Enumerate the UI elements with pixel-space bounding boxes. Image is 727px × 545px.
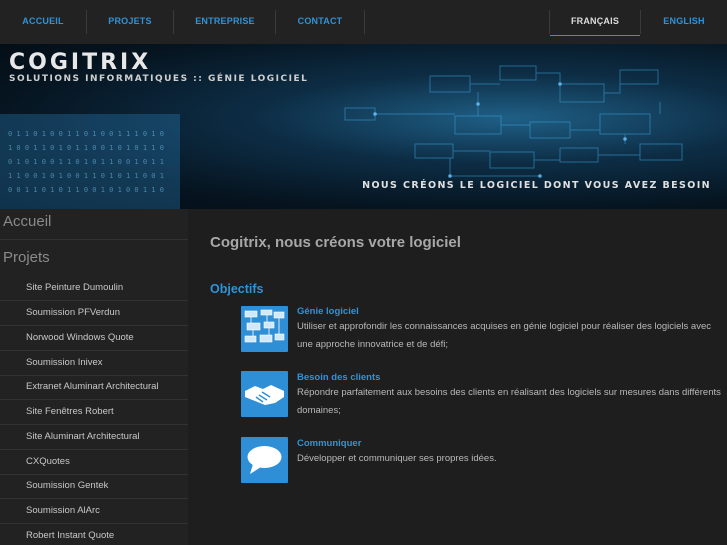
sidebar-project-item[interactable]: CXQuotes xyxy=(26,456,70,467)
objective-text-line: Utiliser et approfondir les connaissance… xyxy=(297,321,712,332)
sidebar-divider xyxy=(0,474,188,475)
brand-subtitle: SOLUTIONS INFORMATIQUES :: GÉNIE LOGICIE… xyxy=(9,74,309,84)
page-title: Cogitrix, nous créons votre logiciel xyxy=(210,234,461,251)
objective-title: Génie logiciel xyxy=(297,306,359,317)
sidebar-divider xyxy=(0,325,188,326)
speech-bubble-icon xyxy=(241,437,288,483)
sidebar-project-item[interactable]: Site Fenêtres Robert xyxy=(26,406,114,417)
sidebar-divider xyxy=(0,424,188,425)
svg-text:1 0 0 1 1 0 1 0 1 1 0 0 1 0 1: 1 0 0 1 1 0 1 0 1 1 0 0 1 0 1 0 1 1 0 xyxy=(8,144,164,152)
nav-divider xyxy=(364,10,365,34)
objective-text-line: Répondre parfaitement aux besoins des cl… xyxy=(297,387,721,398)
sidebar-project-item[interactable]: Robert Instant Quote xyxy=(26,530,114,541)
banner-tagline: NOUS CRÉONS LE LOGICIEL DONT VOUS AVEZ B… xyxy=(362,180,711,191)
handshake-icon xyxy=(241,371,288,417)
header-banner: 0 1 1 0 1 0 0 1 1 0 1 0 0 1 1 1 0 1 0 1 … xyxy=(0,44,727,209)
objective-text-line: une approche innovatrice et de défi; xyxy=(297,339,449,350)
sidebar-project-item[interactable]: Soumission AlArc xyxy=(26,505,100,516)
nav-entreprise[interactable]: ENTREPRISE xyxy=(184,7,266,35)
sidebar-project-item[interactable]: Soumission Inivex xyxy=(26,357,103,368)
objective-title: Besoin des clients xyxy=(297,372,381,383)
sidebar-project-item[interactable]: Norwood Windows Quote xyxy=(26,332,134,343)
objective-text-line: Développer et communiquer ses propres id… xyxy=(297,453,497,464)
sidebar-divider xyxy=(0,350,188,351)
sidebar-divider xyxy=(0,399,188,400)
objective-text: Répondre parfaitement aux besoins des cl… xyxy=(297,384,725,420)
sidebar-project-item[interactable]: Soumission Gentek xyxy=(26,480,108,491)
brand-logo: COGITRIX xyxy=(9,50,152,75)
objective-title: Communiquer xyxy=(297,438,362,449)
svg-text:1 1 0 0 1 0 1 0 0 1 1 0 1 0 1: 1 1 0 0 1 0 1 0 0 1 1 0 1 0 1 1 0 0 1 xyxy=(8,172,164,180)
nav-divider xyxy=(275,10,276,34)
sidebar-divider xyxy=(0,523,188,524)
section-title-objectifs: Objectifs xyxy=(210,282,264,296)
sidebar-divider xyxy=(0,498,188,499)
objective-text: Utiliser et approfondir les connaissance… xyxy=(297,318,725,354)
nav-divider xyxy=(640,10,641,34)
sidebar-accueil[interactable]: Accueil xyxy=(3,213,51,230)
language-francais[interactable]: FRANÇAIS xyxy=(550,7,640,36)
sidebar-project-item[interactable]: Soumission PFVerdun xyxy=(26,307,120,318)
top-navigation: ACCUEIL PROJETS ENTREPRISE CONTACT FRANÇ… xyxy=(0,0,727,44)
sidebar-divider xyxy=(0,300,188,301)
objective-text-line: domaines; xyxy=(297,405,341,416)
nav-contact[interactable]: CONTACT xyxy=(285,7,355,35)
nav-divider xyxy=(173,10,174,34)
svg-text:0 1 0 1 0 0 1 1 0 1 0 1 1 0 0: 0 1 0 1 0 0 1 1 0 1 0 1 1 0 0 1 0 1 1 xyxy=(8,158,164,166)
nav-divider xyxy=(86,10,87,34)
sidebar-divider xyxy=(0,375,188,376)
language-english[interactable]: ENGLISH xyxy=(650,7,718,35)
sidebar: Accueil Projets Site Peinture Dumoulin S… xyxy=(0,209,188,545)
svg-text:0 1 1 0 1 0 0 1 1 0 1 0 0 1 1: 0 1 1 0 1 0 0 1 1 0 1 0 0 1 1 1 0 1 0 xyxy=(8,130,164,138)
svg-text:0 0 1 1 0 1 0 1 1 0 0 1 0 1 0: 0 0 1 1 0 1 0 1 1 0 0 1 0 1 0 0 1 1 0 xyxy=(8,186,164,194)
diagram-icon xyxy=(241,306,288,352)
sidebar-project-item[interactable]: Site Aluminart Architectural xyxy=(26,431,140,442)
nav-accueil[interactable]: ACCUEIL xyxy=(10,7,76,35)
nav-projets[interactable]: PROJETS xyxy=(96,7,164,35)
sidebar-projets-heading[interactable]: Projets xyxy=(3,249,50,266)
sidebar-project-item[interactable]: Site Peinture Dumoulin xyxy=(26,282,123,293)
sidebar-divider xyxy=(0,449,188,450)
sidebar-project-item[interactable]: Extranet Aluminart Architectural xyxy=(26,381,159,392)
objective-text: Développer et communiquer ses propres id… xyxy=(297,450,725,468)
sidebar-divider xyxy=(0,239,188,240)
